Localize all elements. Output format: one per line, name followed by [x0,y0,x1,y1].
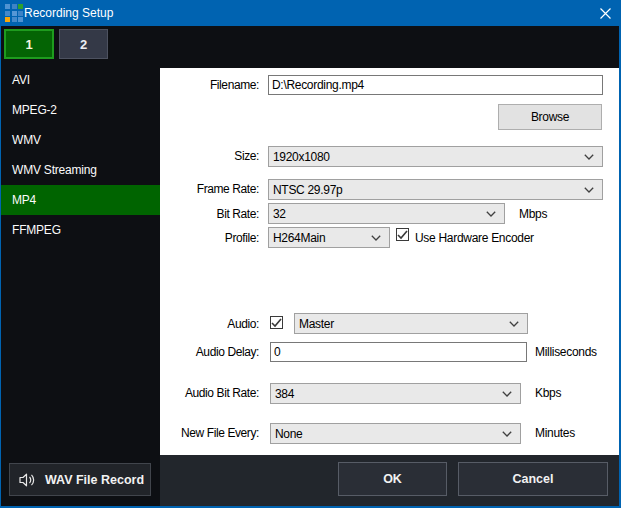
new-file-every-unit: Minutes [535,426,575,440]
profile-label: Profile: [225,231,259,245]
tab-2[interactable]: 2 [59,29,108,59]
chevron-down-icon [509,321,519,327]
audio-bit-rate-unit: Kbps [535,386,561,400]
filename-input[interactable] [268,75,603,95]
sidebar-item-avi[interactable]: AVI [1,65,160,95]
audio-label: Audio: [227,317,259,331]
bit-rate-unit: Mbps [519,207,547,221]
browse-button[interactable]: Browse [498,104,602,130]
sidebar-item-ffmpeg[interactable]: FFMPEG [1,215,160,245]
speaker-icon [15,472,39,488]
chevron-down-icon [584,187,594,193]
sidebar-item-mp4[interactable]: MP4 [1,185,160,215]
title-bar: Recording Setup [0,0,621,26]
audio-select[interactable]: Master [294,313,528,334]
window-border-left [0,0,1,508]
chevron-down-icon [502,391,512,397]
chevron-down-icon [486,211,496,217]
sidebar-item-wmv[interactable]: WMV [1,125,160,155]
close-icon [600,8,611,19]
audio-delay-input[interactable] [270,342,527,362]
ok-button[interactable]: OK [338,462,447,496]
wav-file-record-label: WAV File Record [39,473,150,487]
hardware-encoder-checkbox[interactable] [396,228,409,241]
new-file-every-select[interactable]: None [270,423,521,444]
settings-panel: Filename: Browse Size: 1920x1080 Frame R… [160,68,619,455]
chevron-down-icon [584,154,594,160]
close-button[interactable] [589,0,621,26]
audio-bit-rate-select[interactable]: 384 [270,383,521,404]
format-list: AVI MPEG-2 WMV WMV Streaming MP4 FFMPEG [1,65,160,245]
tab-1[interactable]: 1 [4,29,54,59]
chevron-down-icon [502,431,512,437]
size-select[interactable]: 1920x1080 [268,146,603,167]
audio-delay-unit: Milliseconds [535,345,597,359]
bit-rate-label: Bit Rate: [217,207,259,221]
wav-file-record-button[interactable]: WAV File Record [9,463,151,496]
frame-rate-select[interactable]: NTSC 29.97p [268,179,603,200]
profile-select[interactable]: H264Main [268,227,390,248]
recording-setup-dialog: Recording Setup 1 2 AVI MPEG-2 WMV WMV S… [0,0,621,508]
check-icon [397,230,408,240]
audio-delay-label: Audio Delay: [196,345,259,359]
window-title: Recording Setup [24,0,113,26]
check-icon [271,318,282,328]
hardware-encoder-label: Use Hardware Encoder [415,231,534,245]
cancel-button[interactable]: Cancel [458,462,608,496]
frame-rate-label: Frame Rate: [197,182,259,196]
new-file-every-label: New File Every: [181,426,259,440]
audio-bit-rate-label: Audio Bit Rate: [185,386,259,400]
sidebar-item-wmv-streaming[interactable]: WMV Streaming [1,155,160,185]
sidebar-item-mpeg2[interactable]: MPEG-2 [1,95,160,125]
filename-label: Filename: [210,78,259,92]
chevron-down-icon [371,235,381,241]
audio-checkbox[interactable] [270,316,283,329]
size-label: Size: [234,149,259,163]
app-logo-icon [5,4,23,22]
bit-rate-select[interactable]: 32 [268,203,505,224]
